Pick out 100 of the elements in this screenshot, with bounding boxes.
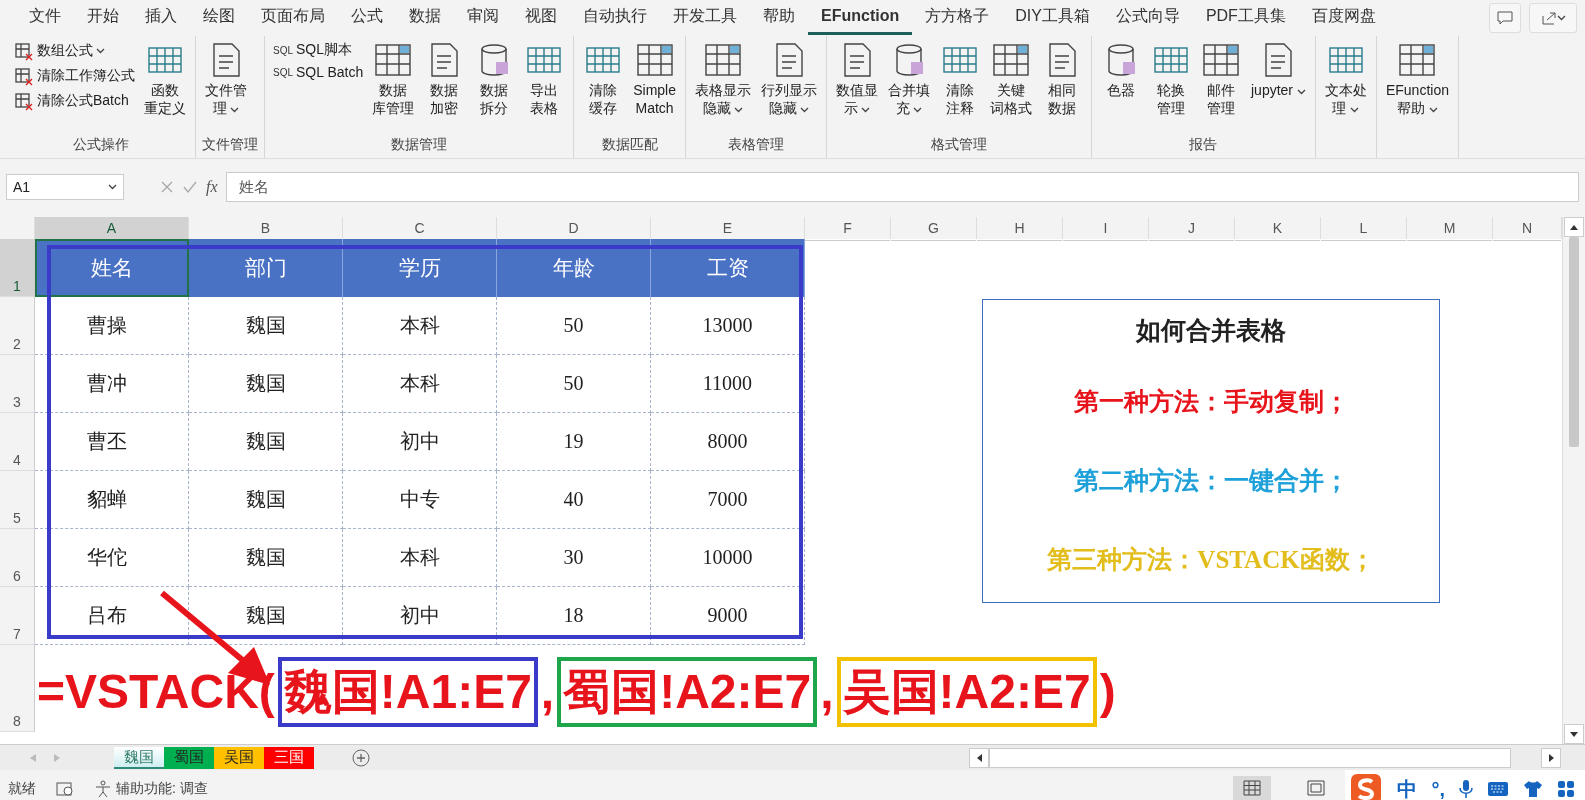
menu-tab[interactable]: 文件 — [16, 0, 74, 37]
ribbon-button[interactable]: 邮件 管理 — [1198, 40, 1244, 119]
menu-tab[interactable]: 审阅 — [454, 0, 512, 37]
sheet-tab[interactable]: 三国 — [264, 746, 314, 769]
comment-icon — [1497, 11, 1513, 25]
sheet-tab[interactable]: 魏国 — [114, 746, 164, 769]
share-button[interactable] — [1529, 3, 1577, 33]
menu-tab[interactable]: PDF工具集 — [1192, 0, 1299, 37]
column-header[interactable]: H — [977, 217, 1063, 241]
scroll-right-icon[interactable] — [1548, 753, 1554, 762]
menu-tab[interactable]: 绘图 — [190, 0, 248, 37]
normal-view-button[interactable] — [1233, 775, 1271, 800]
ribbon-button[interactable]: 合并填 充 — [885, 40, 933, 119]
ribbon-button[interactable]: 数据 库管理 — [369, 40, 418, 119]
menu-tab[interactable]: 视图 — [512, 0, 570, 37]
row-header[interactable]: 6 — [0, 529, 35, 587]
row-header[interactable]: 2 — [0, 297, 35, 355]
ribbon-button[interactable]: SQL SQL Batch — [271, 63, 366, 81]
menu-tab[interactable]: 自动执行 — [570, 0, 660, 37]
shirt-icon[interactable] — [1523, 780, 1543, 798]
ime-toggle[interactable]: 中 — [1397, 775, 1418, 800]
menu-tab[interactable]: DIY工具箱 — [1002, 0, 1103, 37]
horizontal-scrollbar[interactable] — [969, 747, 1561, 768]
menu-tab[interactable]: 公式向导 — [1102, 0, 1193, 37]
keyboard-icon[interactable] — [1487, 781, 1509, 797]
name-box[interactable]: A1 — [6, 174, 124, 200]
column-header[interactable]: K — [1235, 217, 1321, 241]
check-icon[interactable] — [182, 180, 198, 194]
ribbon-button[interactable]: 文件管 理 — [202, 40, 250, 119]
column-header[interactable]: A — [35, 217, 189, 241]
macro-recorder-icon[interactable] — [56, 781, 74, 797]
table-cell: 吕布 — [35, 587, 189, 645]
menu-tab[interactable]: 公式 — [338, 0, 396, 37]
ribbon-button[interactable]: 轮换 管理 — [1148, 40, 1194, 119]
add-sheet-icon[interactable] — [352, 748, 370, 767]
table-icon — [703, 42, 743, 78]
ribbon-button[interactable]: 导出 表格 — [521, 40, 568, 119]
scroll-thumb[interactable] — [1569, 237, 1579, 447]
formula-input[interactable]: 姓名 — [225, 172, 1579, 202]
column-header[interactable]: M — [1407, 217, 1493, 241]
ribbon-button[interactable]: 清除公式Batch — [12, 90, 137, 112]
row-header[interactable]: 1 — [0, 239, 35, 297]
column-header[interactable]: I — [1063, 217, 1149, 241]
ribbon-button[interactable]: 清除 缓存 — [580, 40, 627, 119]
ribbon-button[interactable]: 行列显示 隐藏 — [758, 40, 820, 119]
scroll-down-icon[interactable] — [1570, 731, 1578, 737]
ribbon-button[interactable]: 色器 — [1098, 40, 1144, 101]
comment-button[interactable] — [1489, 3, 1521, 33]
ribbon-button[interactable]: 数据 拆分 — [471, 40, 518, 119]
column-header[interactable]: L — [1321, 217, 1407, 241]
cancel-icon[interactable] — [160, 180, 174, 194]
vertical-scrollbar[interactable] — [1562, 217, 1585, 744]
column-header[interactable]: F — [805, 217, 891, 241]
ribbon-button[interactable]: SQL SQL脚本 — [271, 40, 366, 60]
ribbon-button[interactable]: jupyter — [1248, 40, 1309, 101]
row-header[interactable]: 5 — [0, 471, 35, 529]
accessibility-icon[interactable] — [94, 780, 112, 798]
microphone-icon[interactable] — [1459, 779, 1473, 799]
row-header[interactable]: 7 — [0, 587, 35, 645]
scroll-up-icon[interactable] — [1570, 224, 1578, 230]
sheet-tab[interactable]: 蜀国 — [164, 746, 214, 769]
group-label: 数据匹配 — [600, 136, 659, 154]
ribbon-button[interactable]: 表格显示 隐藏 — [692, 40, 754, 119]
table-cell: 19 — [497, 413, 651, 471]
ribbon-button[interactable]: 关键 词格式 — [987, 40, 1035, 119]
menu-tab[interactable]: EFunction — [808, 1, 913, 35]
ribbon-button[interactable]: Simple Match — [630, 40, 679, 119]
ribbon-button[interactable]: 清除工作簿公式 — [12, 65, 137, 87]
menu-tab[interactable]: 开始 — [74, 0, 132, 37]
column-header[interactable]: J — [1149, 217, 1235, 241]
row-header[interactable]: 4 — [0, 413, 35, 471]
ribbon-button[interactable]: 相同 数据 — [1039, 40, 1085, 119]
ribbon-button[interactable]: EFunction 帮助 — [1382, 40, 1452, 119]
sheet-tab[interactable]: 吴国 — [214, 746, 264, 769]
ribbon-button[interactable]: 函数 重定义 — [141, 40, 189, 119]
table-cell: 魏国 — [189, 355, 343, 413]
ribbon-button[interactable]: 数值显 示 — [833, 40, 881, 119]
accessibility-status[interactable]: 辅助功能: 调查 — [116, 780, 208, 798]
row-header[interactable]: 8 — [0, 645, 35, 732]
menu-tab[interactable]: 帮助 — [750, 0, 808, 37]
menu-tab[interactable]: 插入 — [132, 0, 190, 37]
group-label: 表格管理 — [727, 136, 785, 154]
ribbon-button[interactable]: 清除 注释 — [937, 40, 983, 119]
input-method-logo-icon[interactable] — [1349, 772, 1384, 800]
menu-tab[interactable]: 开发工具 — [660, 0, 750, 37]
ribbon-button[interactable]: 数组公式 — [12, 40, 137, 62]
menu-tab[interactable]: 页面布局 — [248, 0, 338, 37]
menu-tab[interactable]: 方方格子 — [912, 0, 1003, 37]
insert-function-button[interactable]: fx — [206, 178, 218, 196]
ime-toggle[interactable]: °, — [1431, 777, 1445, 800]
ribbon-button[interactable]: 文本处 理 — [1321, 40, 1370, 119]
apps-icon[interactable] — [1557, 780, 1575, 798]
scroll-left-icon[interactable] — [976, 753, 982, 762]
menu-tab[interactable]: 百度网盘 — [1298, 0, 1389, 37]
group-label: 格式管理 — [930, 136, 988, 154]
ribbon-button[interactable]: 数据 加密 — [421, 40, 468, 119]
menu-tab[interactable]: 数据 — [396, 0, 454, 37]
column-header[interactable]: G — [891, 217, 977, 241]
formula-text: =VSTACK( 魏国!A1:E7 , 蜀国!A2:E7 , 吴国!A2:E7 ) — [34, 657, 1119, 727]
row-header[interactable]: 3 — [0, 355, 35, 413]
